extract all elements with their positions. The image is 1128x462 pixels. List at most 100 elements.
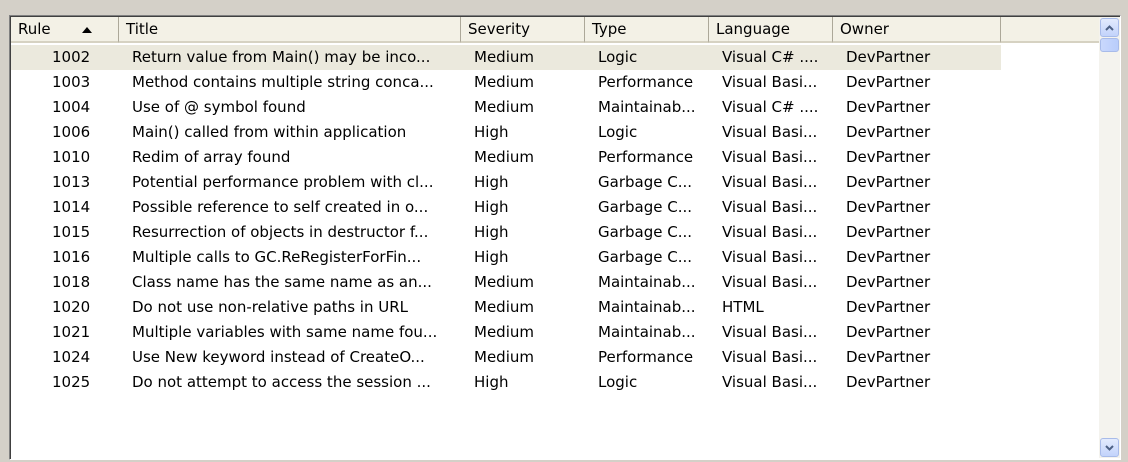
column-header-title[interactable]: Title: [119, 17, 461, 43]
cell-severity: High: [474, 198, 509, 216]
table-row[interactable]: 1015 Resurrection of objects in destructo…: [11, 220, 1101, 245]
column-header-filler[interactable]: [1001, 17, 1101, 43]
cell-filler: [1001, 270, 1101, 295]
table-row[interactable]: 1010 Redim of array found Medium Performanc…: [11, 145, 1101, 170]
column-header-label: Severity: [468, 20, 530, 38]
scroll-up-button[interactable]: [1100, 18, 1119, 37]
cell-owner: DevPartner: [846, 98, 931, 116]
cell-severity: High: [474, 373, 509, 391]
table-row[interactable]: 1025 Do not attempt to access the session…: [11, 370, 1101, 395]
vertical-scrollbar[interactable]: [1099, 17, 1120, 458]
table-row[interactable]: 1020 Do not use non-relative paths in URL…: [11, 295, 1101, 320]
cell-type: Garbage C...: [598, 173, 692, 191]
cell-title: Class name has the same name as an...: [132, 273, 432, 291]
column-header-label: Owner: [840, 20, 889, 38]
cell-title: Multiple calls to GC.ReRegisterForFin...: [132, 248, 422, 266]
cell-owner: DevPartner: [846, 198, 931, 216]
cell-rule: 1016: [52, 248, 91, 266]
table-row[interactable]: 1003 Method contains multiple string conc…: [11, 70, 1101, 95]
cell-type: Maintainab...: [598, 298, 696, 316]
column-header: Rule Title Severity Type Language Owner: [11, 17, 1101, 43]
table-row[interactable]: 1016 Multiple calls to GC.ReRegisterForFi…: [11, 245, 1101, 270]
table-row[interactable]: 1021 Multiple variables with same name fo…: [11, 320, 1101, 345]
cell-rule: 1018: [52, 273, 91, 291]
cell-title: Use of @ symbol found: [132, 98, 306, 116]
cell-type: Garbage C...: [598, 198, 692, 216]
scroll-thumb[interactable]: [1100, 38, 1119, 52]
cell-severity: High: [474, 248, 509, 266]
cell-language: Visual Basi...: [722, 123, 818, 141]
cell-filler: [1001, 220, 1101, 245]
cell-rule: 1002: [11, 45, 119, 70]
cell-owner: DevPartner: [846, 173, 931, 191]
cell-title: Potential performance problem with cl...: [132, 173, 434, 191]
table-row[interactable]: 1013 Potential performance problem with c…: [11, 170, 1101, 195]
table-row[interactable]: 1014 Possible reference to self created i…: [11, 195, 1101, 220]
cell-filler: [1001, 120, 1101, 145]
table-row[interactable]: 1004 Use of @ symbol found Medium Maintaina…: [11, 95, 1101, 120]
cell-title: Redim of array found: [132, 148, 291, 166]
arrow-down-icon: [1105, 444, 1114, 451]
table-row[interactable]: 1024 Use New keyword instead of CreateO..…: [11, 345, 1101, 370]
cell-owner: DevPartner: [846, 73, 931, 91]
cell-language: Visual Basi...: [722, 273, 818, 291]
cell-title: Resurrection of objects in destructor f.…: [132, 223, 429, 241]
cell-severity: Medium: [474, 348, 534, 366]
cell-filler: [1001, 70, 1101, 95]
cell-type: Maintainab...: [598, 98, 696, 116]
cell-owner: DevPartner: [846, 348, 931, 366]
cell-filler: [1001, 170, 1101, 195]
cell-severity: High: [474, 223, 509, 241]
cell-language: Visual C# ....: [722, 98, 819, 116]
cell-language: Visual Basi...: [722, 148, 818, 166]
table-row[interactable]: 1002 Return value from Main() may be inco…: [11, 45, 1101, 70]
cell-owner: DevPartner: [846, 298, 931, 316]
column-header-language[interactable]: Language: [709, 17, 833, 43]
cell-language: Visual Basi...: [722, 173, 818, 191]
cell-owner: DevPartner: [846, 148, 931, 166]
column-header-label: Title: [126, 20, 159, 38]
cell-type: Logic: [598, 373, 638, 391]
cell-type: Garbage C...: [598, 223, 692, 241]
cell-rule: 1006: [52, 123, 91, 141]
cell-title: Multiple variables with same name fou...: [132, 323, 438, 341]
cell-title: Use New keyword instead of CreateO...: [132, 348, 425, 366]
cell-rule: 1020: [52, 298, 91, 316]
cell-severity: Medium: [474, 98, 534, 116]
arrow-up-icon: [1105, 24, 1114, 31]
cell-severity: High: [474, 173, 509, 191]
cell-severity: Medium: [474, 73, 534, 91]
cell-owner: DevPartner: [846, 323, 931, 341]
cell-filler: [1001, 345, 1101, 370]
column-header-type[interactable]: Type: [585, 17, 709, 43]
cell-owner: DevPartner: [846, 248, 931, 266]
column-header-label: Language: [716, 20, 791, 38]
cell-title: Method contains multiple string conca...: [132, 73, 434, 91]
cell-title: Do not use non-relative paths in URL: [132, 298, 408, 316]
cell-filler: [1001, 145, 1101, 170]
cell-filler: [1001, 45, 1101, 70]
cell-title: Do not attempt to access the session ...: [132, 373, 431, 391]
table-row[interactable]: 1018 Class name has the same name as an..…: [11, 270, 1101, 295]
column-header-rule[interactable]: Rule: [11, 17, 119, 43]
cell-filler: [1001, 95, 1101, 120]
column-header-severity[interactable]: Severity: [461, 17, 585, 43]
cell-language: Visual Basi...: [722, 223, 818, 241]
sort-ascending-icon: [82, 27, 92, 33]
cell-owner: DevPartner: [846, 223, 931, 241]
cell-rule: 1003: [52, 73, 91, 91]
cell-type: Maintainab...: [598, 323, 696, 341]
cell-severity: Medium: [474, 148, 534, 166]
scroll-down-button[interactable]: [1100, 438, 1119, 457]
column-header-owner[interactable]: Owner: [833, 17, 1001, 43]
cell-title: Possible reference to self created in o.…: [132, 198, 429, 216]
cell-severity: Medium: [474, 273, 534, 291]
table-body: 1002 Return value from Main() may be inco…: [11, 45, 1101, 395]
cell-language: Visual Basi...: [722, 198, 818, 216]
rules-list-view[interactable]: Rule Title Severity Type Language Owner …: [9, 15, 1121, 460]
cell-severity: Medium: [474, 298, 534, 316]
table-row[interactable]: 1006 Main() called from within applicatio…: [11, 120, 1101, 145]
cell-filler: [1001, 320, 1101, 345]
column-header-label: Rule: [18, 20, 51, 38]
cell-rule: 1014: [52, 198, 91, 216]
